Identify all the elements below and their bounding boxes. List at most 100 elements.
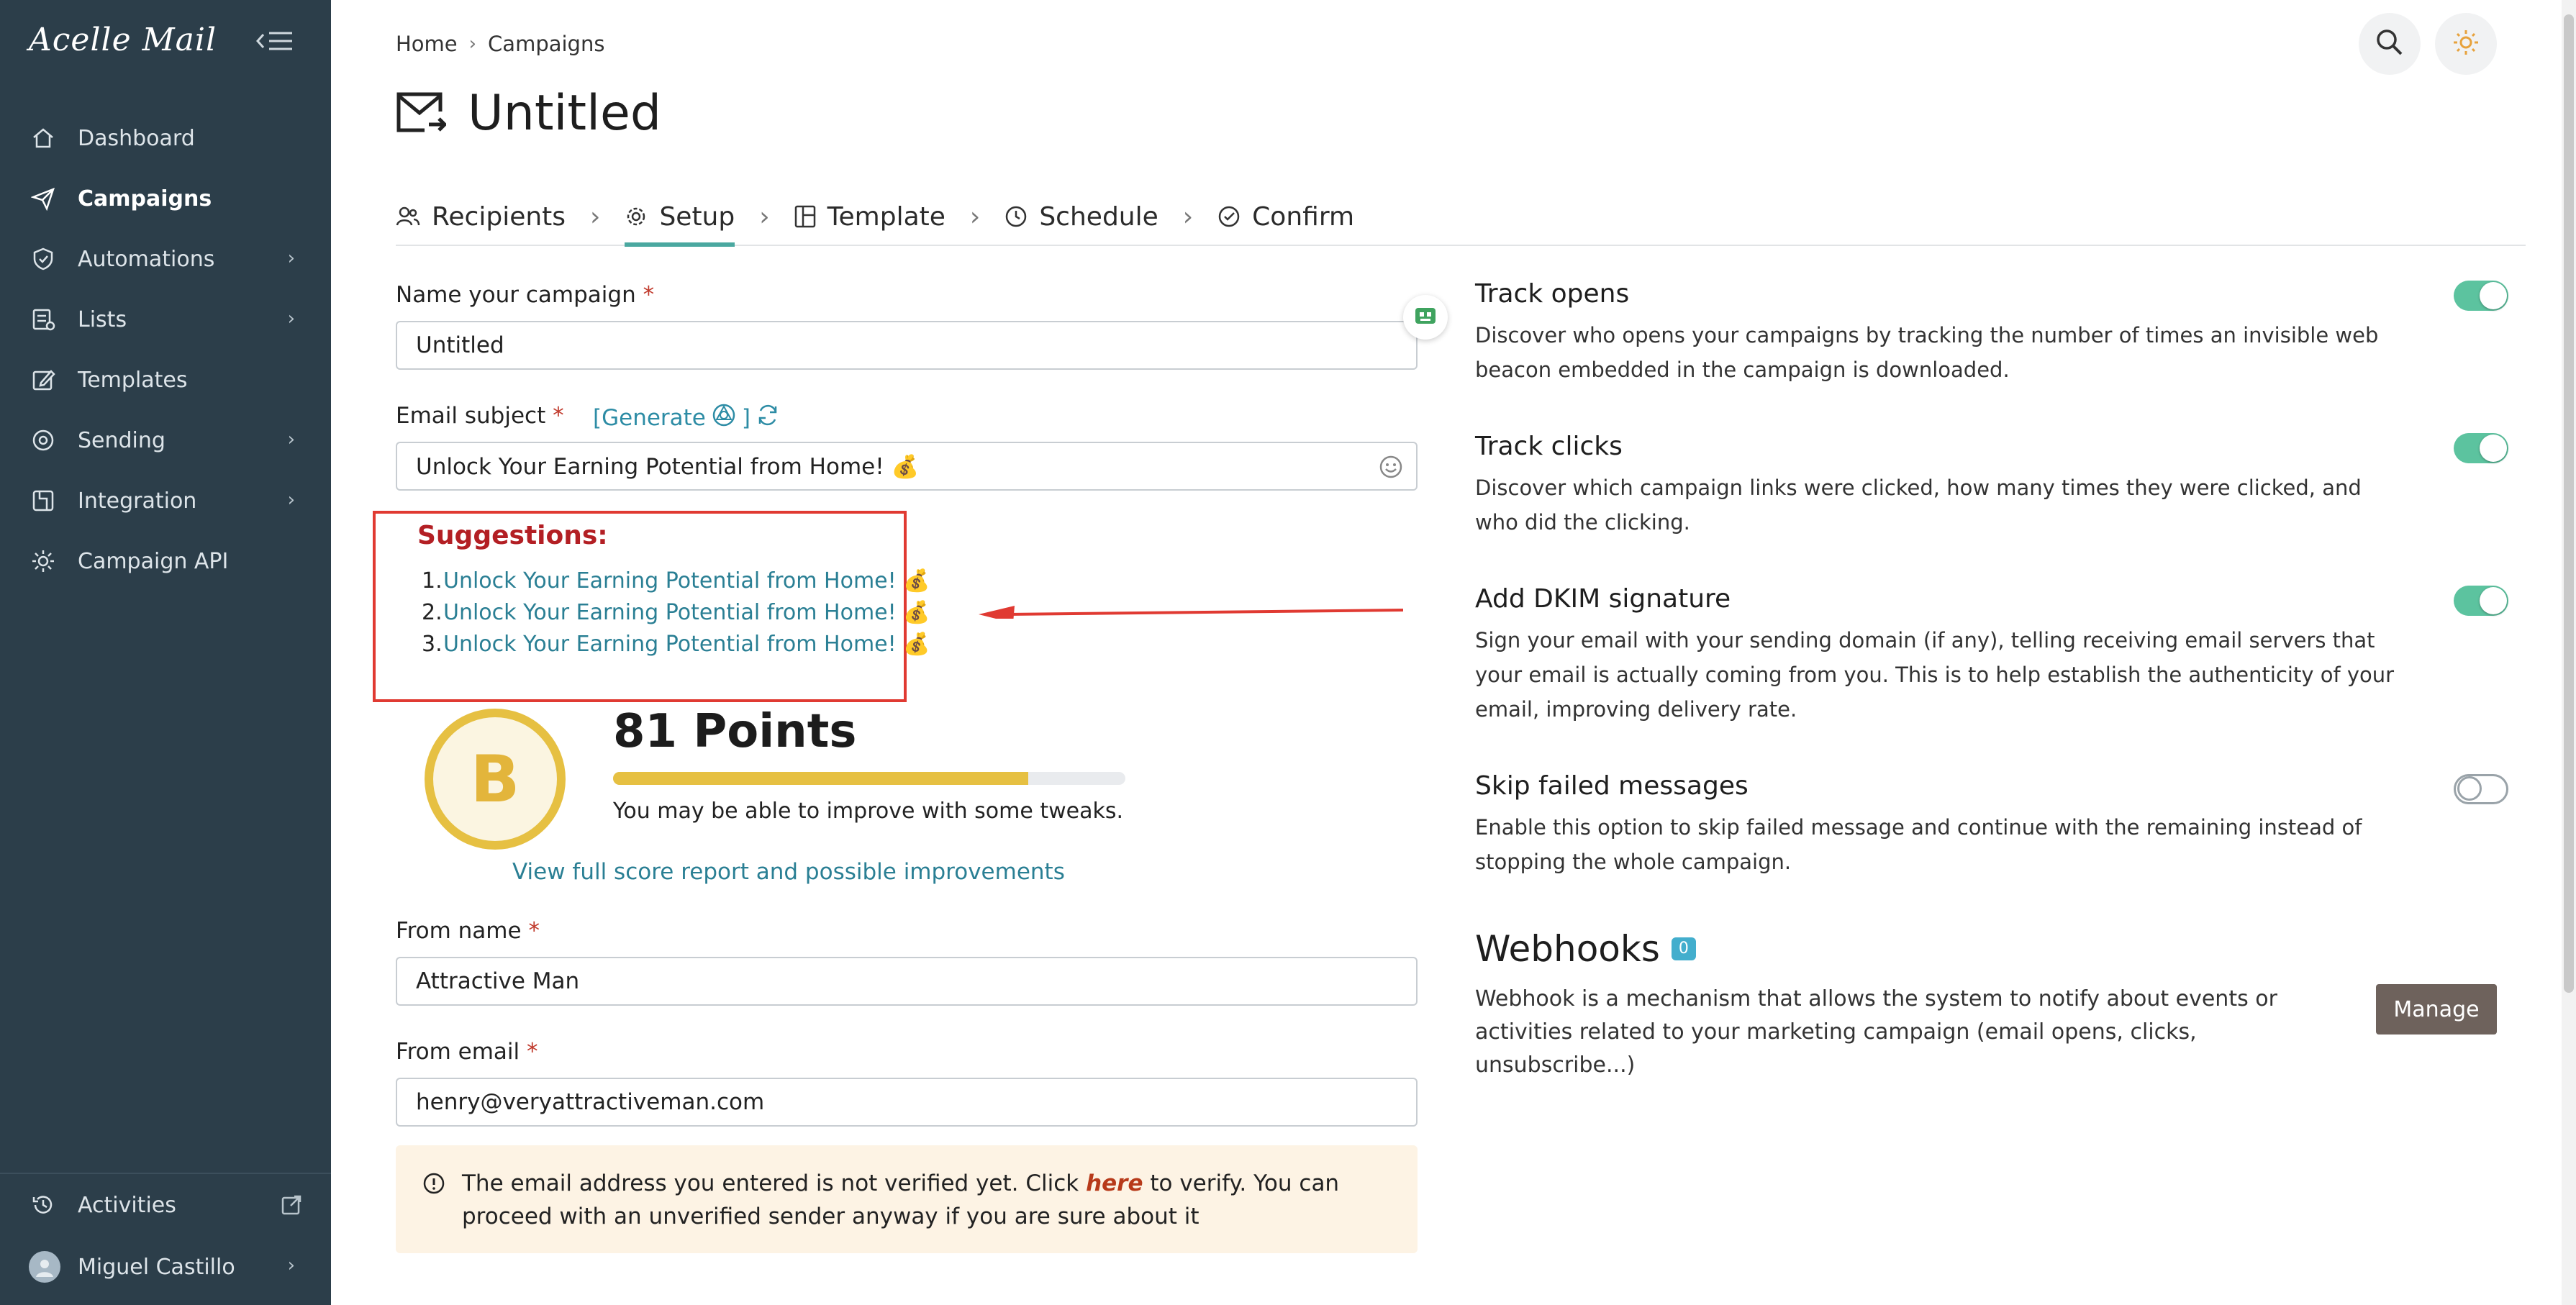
sidebar-item-label: Dashboard xyxy=(78,125,195,151)
required-mark: * xyxy=(643,282,655,308)
sidebar-item-label: Integration xyxy=(78,488,197,514)
score-grade-badge: B xyxy=(425,709,566,850)
refresh-icon[interactable] xyxy=(755,402,781,434)
paper-plane-icon xyxy=(29,184,58,213)
sidebar-item-label: Templates xyxy=(78,367,188,393)
sidebar-item-label: Activities xyxy=(78,1192,176,1218)
step-schedule[interactable]: Schedule xyxy=(1004,188,1158,245)
sidebar: Acelle Mail Dashboard Campaigns Automati… xyxy=(0,0,331,1305)
skip-failed-desc: Enable this option to skip failed messag… xyxy=(1475,815,2362,874)
generate-text: [Generate xyxy=(593,405,706,431)
suggestion-link[interactable]: Unlock Your Earning Potential from Home!… xyxy=(443,565,930,597)
sidebar-item-campaigns[interactable]: Campaigns xyxy=(0,168,331,229)
info-circle-icon xyxy=(422,1171,446,1205)
sidebar-collapse-icon[interactable] xyxy=(253,29,296,58)
list-number: 1. xyxy=(422,568,443,594)
template-edit-icon xyxy=(29,365,58,394)
search-button[interactable] xyxy=(2359,13,2421,75)
clock-icon xyxy=(1004,205,1028,228)
label-text: From name xyxy=(396,918,522,944)
chevron-right-icon: › xyxy=(759,201,770,232)
step-recipients[interactable]: Recipients xyxy=(396,188,566,245)
suggestion-link[interactable]: Unlock Your Earning Potential from Home!… xyxy=(443,629,930,660)
breadcrumb-home[interactable]: Home xyxy=(396,32,458,56)
generate-subject-link[interactable]: [Generate ] xyxy=(593,401,781,435)
track-clicks-toggle[interactable] xyxy=(2454,433,2508,463)
track-clicks-title: Track clicks xyxy=(1475,432,1623,461)
sidebar-item-label: Campaigns xyxy=(78,186,212,212)
from-name-label: From name * xyxy=(396,918,540,944)
chevron-right-icon: › xyxy=(468,33,477,55)
page-title: Untitled xyxy=(396,85,661,142)
skip-failed-toggle[interactable] xyxy=(2454,774,2508,804)
chevron-right-icon: › xyxy=(287,1255,295,1276)
suggestion-link[interactable]: Unlock Your Earning Potential from Home!… xyxy=(443,597,930,629)
chevron-right-icon: › xyxy=(287,489,295,511)
chevron-right-icon: › xyxy=(969,201,981,232)
sidebar-item-label: Automations xyxy=(78,246,215,272)
sidebar-user-menu[interactable]: Miguel Castillo › xyxy=(0,1236,331,1298)
search-icon xyxy=(2374,27,2405,61)
ai-assistant-button[interactable] xyxy=(1403,295,1448,340)
required-mark: * xyxy=(527,1039,538,1065)
theme-toggle-button[interactable] xyxy=(2435,13,2497,75)
sidebar-item-activities[interactable]: Activities xyxy=(0,1174,331,1236)
chevron-right-icon: › xyxy=(287,247,295,269)
avatar xyxy=(29,1251,60,1283)
dkim-desc: Sign your email with your sending domain… xyxy=(1475,628,2395,722)
users-icon xyxy=(396,206,420,227)
sidebar-item-label: Sending xyxy=(78,427,165,453)
chevron-right-icon: › xyxy=(287,429,295,450)
sidebar-item-integration[interactable]: Integration › xyxy=(0,470,331,531)
webhooks-desc: Webhook is a mechanism that allows the s… xyxy=(1475,986,2277,1078)
from-email-input[interactable] xyxy=(396,1078,1418,1127)
list-item: 1. Unlock Your Earning Potential from Hom… xyxy=(422,565,930,597)
from-name-input[interactable] xyxy=(396,957,1418,1006)
sidebar-item-label: Campaign API xyxy=(78,548,229,574)
verify-link[interactable]: here xyxy=(1086,1170,1143,1196)
home-icon xyxy=(29,124,58,153)
toggle-knob xyxy=(2457,776,2482,801)
breadcrumb: Home › Campaigns xyxy=(396,32,604,56)
sidebar-item-templates[interactable]: Templates xyxy=(0,350,331,410)
api-gear-icon xyxy=(29,547,58,576)
from-email-label: From email * xyxy=(396,1039,538,1065)
sidebar-item-sending[interactable]: Sending › xyxy=(0,410,331,470)
app-logo[interactable]: Acelle Mail xyxy=(29,22,217,58)
top-toolbar xyxy=(2359,13,2497,75)
suggestions-list: 1. Unlock Your Earning Potential from Hom… xyxy=(422,565,930,660)
robot-icon xyxy=(1413,305,1438,329)
step-setup[interactable]: Setup xyxy=(625,188,735,247)
sidebar-item-label: Lists xyxy=(78,306,127,332)
dkim-title: Add DKIM signature xyxy=(1475,584,1731,614)
sidebar-item-automations[interactable]: Automations › xyxy=(0,229,331,289)
breadcrumb-current[interactable]: Campaigns xyxy=(488,32,604,56)
sidebar-item-lists[interactable]: Lists › xyxy=(0,289,331,350)
step-template[interactable]: Template xyxy=(794,188,945,245)
toggle-knob xyxy=(2480,587,2507,614)
campaign-title: Untitled xyxy=(468,85,661,142)
wizard-steps: Recipients › Setup › Template › Schedule… xyxy=(396,188,2526,247)
history-icon xyxy=(29,1191,58,1219)
main-content: Home › Campaigns Untitled Recipients › S… xyxy=(331,0,2576,1305)
app-root: Acelle Mail Dashboard Campaigns Automati… xyxy=(0,0,2576,1305)
manage-webhooks-button[interactable]: Manage xyxy=(2376,984,2497,1035)
external-link-icon[interactable] xyxy=(281,1194,302,1222)
scrollbar-thumb[interactable] xyxy=(2564,14,2574,993)
track-opens-toggle[interactable] xyxy=(2454,281,2508,311)
emoji-picker-icon[interactable] xyxy=(1379,455,1403,482)
required-mark: * xyxy=(528,918,540,944)
list-icon xyxy=(29,305,58,334)
alert-text: The email address you entered is not ver… xyxy=(462,1170,1087,1196)
campaign-name-input[interactable] xyxy=(396,321,1418,370)
score-report-link[interactable]: View full score report and possible impr… xyxy=(512,859,1065,885)
sidebar-item-campaign-api[interactable]: Campaign API xyxy=(0,531,331,591)
generate-close-bracket: ] xyxy=(741,405,750,431)
dkim-toggle[interactable] xyxy=(2454,586,2508,616)
step-label: Schedule xyxy=(1039,201,1158,232)
email-subject-input[interactable] xyxy=(396,442,1418,491)
step-confirm[interactable]: Confirm xyxy=(1217,188,1354,245)
suggestions-title: Suggestions: xyxy=(417,521,608,550)
sidebar-item-dashboard[interactable]: Dashboard xyxy=(0,108,331,168)
page-scrollbar[interactable] xyxy=(2562,0,2576,1305)
